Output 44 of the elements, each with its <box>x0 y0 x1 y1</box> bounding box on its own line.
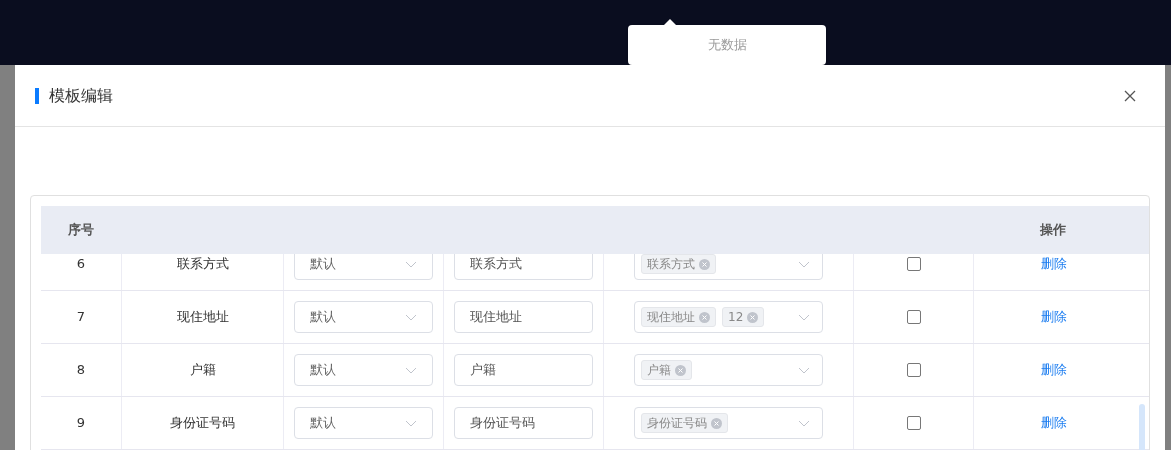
table-cell-text: 现住地址 <box>176 308 229 327</box>
delete-link[interactable]: 删除 <box>1040 360 1067 380</box>
chevron-down-icon <box>405 419 417 427</box>
dialog-title: 模板编辑 <box>49 84 113 107</box>
table-cell-text: 8 <box>75 361 87 380</box>
checkbox[interactable] <box>906 363 921 377</box>
checkbox[interactable] <box>906 257 921 271</box>
checkbox[interactable] <box>906 310 921 324</box>
chevron-down-icon <box>405 366 417 374</box>
chevron-down-icon <box>798 366 810 374</box>
type-select[interactable]: 默认 <box>294 254 433 280</box>
table-cell-text: 9 <box>75 414 87 433</box>
column-header: 操作 <box>1039 221 1067 240</box>
checkbox[interactable] <box>906 416 921 430</box>
chevron-down-icon <box>798 313 810 321</box>
column-header: 序号 <box>67 221 95 240</box>
chevron-down-icon <box>798 260 810 268</box>
tag: 户籍 <box>641 360 692 380</box>
table-cell-text: 联系方式 <box>176 255 229 274</box>
input-field[interactable]: 身份证号码 <box>454 407 593 439</box>
empty-text: 无数据 <box>707 36 747 55</box>
input-field[interactable]: 联系方式 <box>454 254 593 280</box>
type-select[interactable]: 默认 <box>294 301 433 333</box>
tag: 身份证号码 <box>641 413 728 433</box>
input-field[interactable]: 现住地址 <box>454 301 593 333</box>
tag-select[interactable]: 身份证号码 <box>634 407 823 439</box>
tag-select[interactable]: 联系方式 <box>634 254 823 280</box>
tag-select[interactable]: 户籍 <box>634 354 823 386</box>
delete-link[interactable]: 删除 <box>1040 254 1067 274</box>
type-select[interactable]: 默认 <box>294 354 433 386</box>
table-cell-text: 身份证号码 <box>170 414 235 433</box>
chevron-down-icon <box>798 419 810 427</box>
chevron-down-icon <box>405 260 417 268</box>
table-cell-text: 7 <box>75 308 87 327</box>
table-cell-text: 6 <box>75 255 87 274</box>
delete-link[interactable]: 删除 <box>1040 307 1067 327</box>
table-cell-text: 户籍 <box>189 361 216 380</box>
tag: 联系方式 <box>641 254 716 274</box>
chevron-down-icon <box>405 313 417 321</box>
input-field[interactable]: 户籍 <box>454 354 593 386</box>
tag: 12 <box>722 307 765 327</box>
delete-link[interactable]: 删除 <box>1040 413 1067 433</box>
type-select[interactable]: 默认 <box>294 407 433 439</box>
tag: 现住地址 <box>641 307 716 327</box>
